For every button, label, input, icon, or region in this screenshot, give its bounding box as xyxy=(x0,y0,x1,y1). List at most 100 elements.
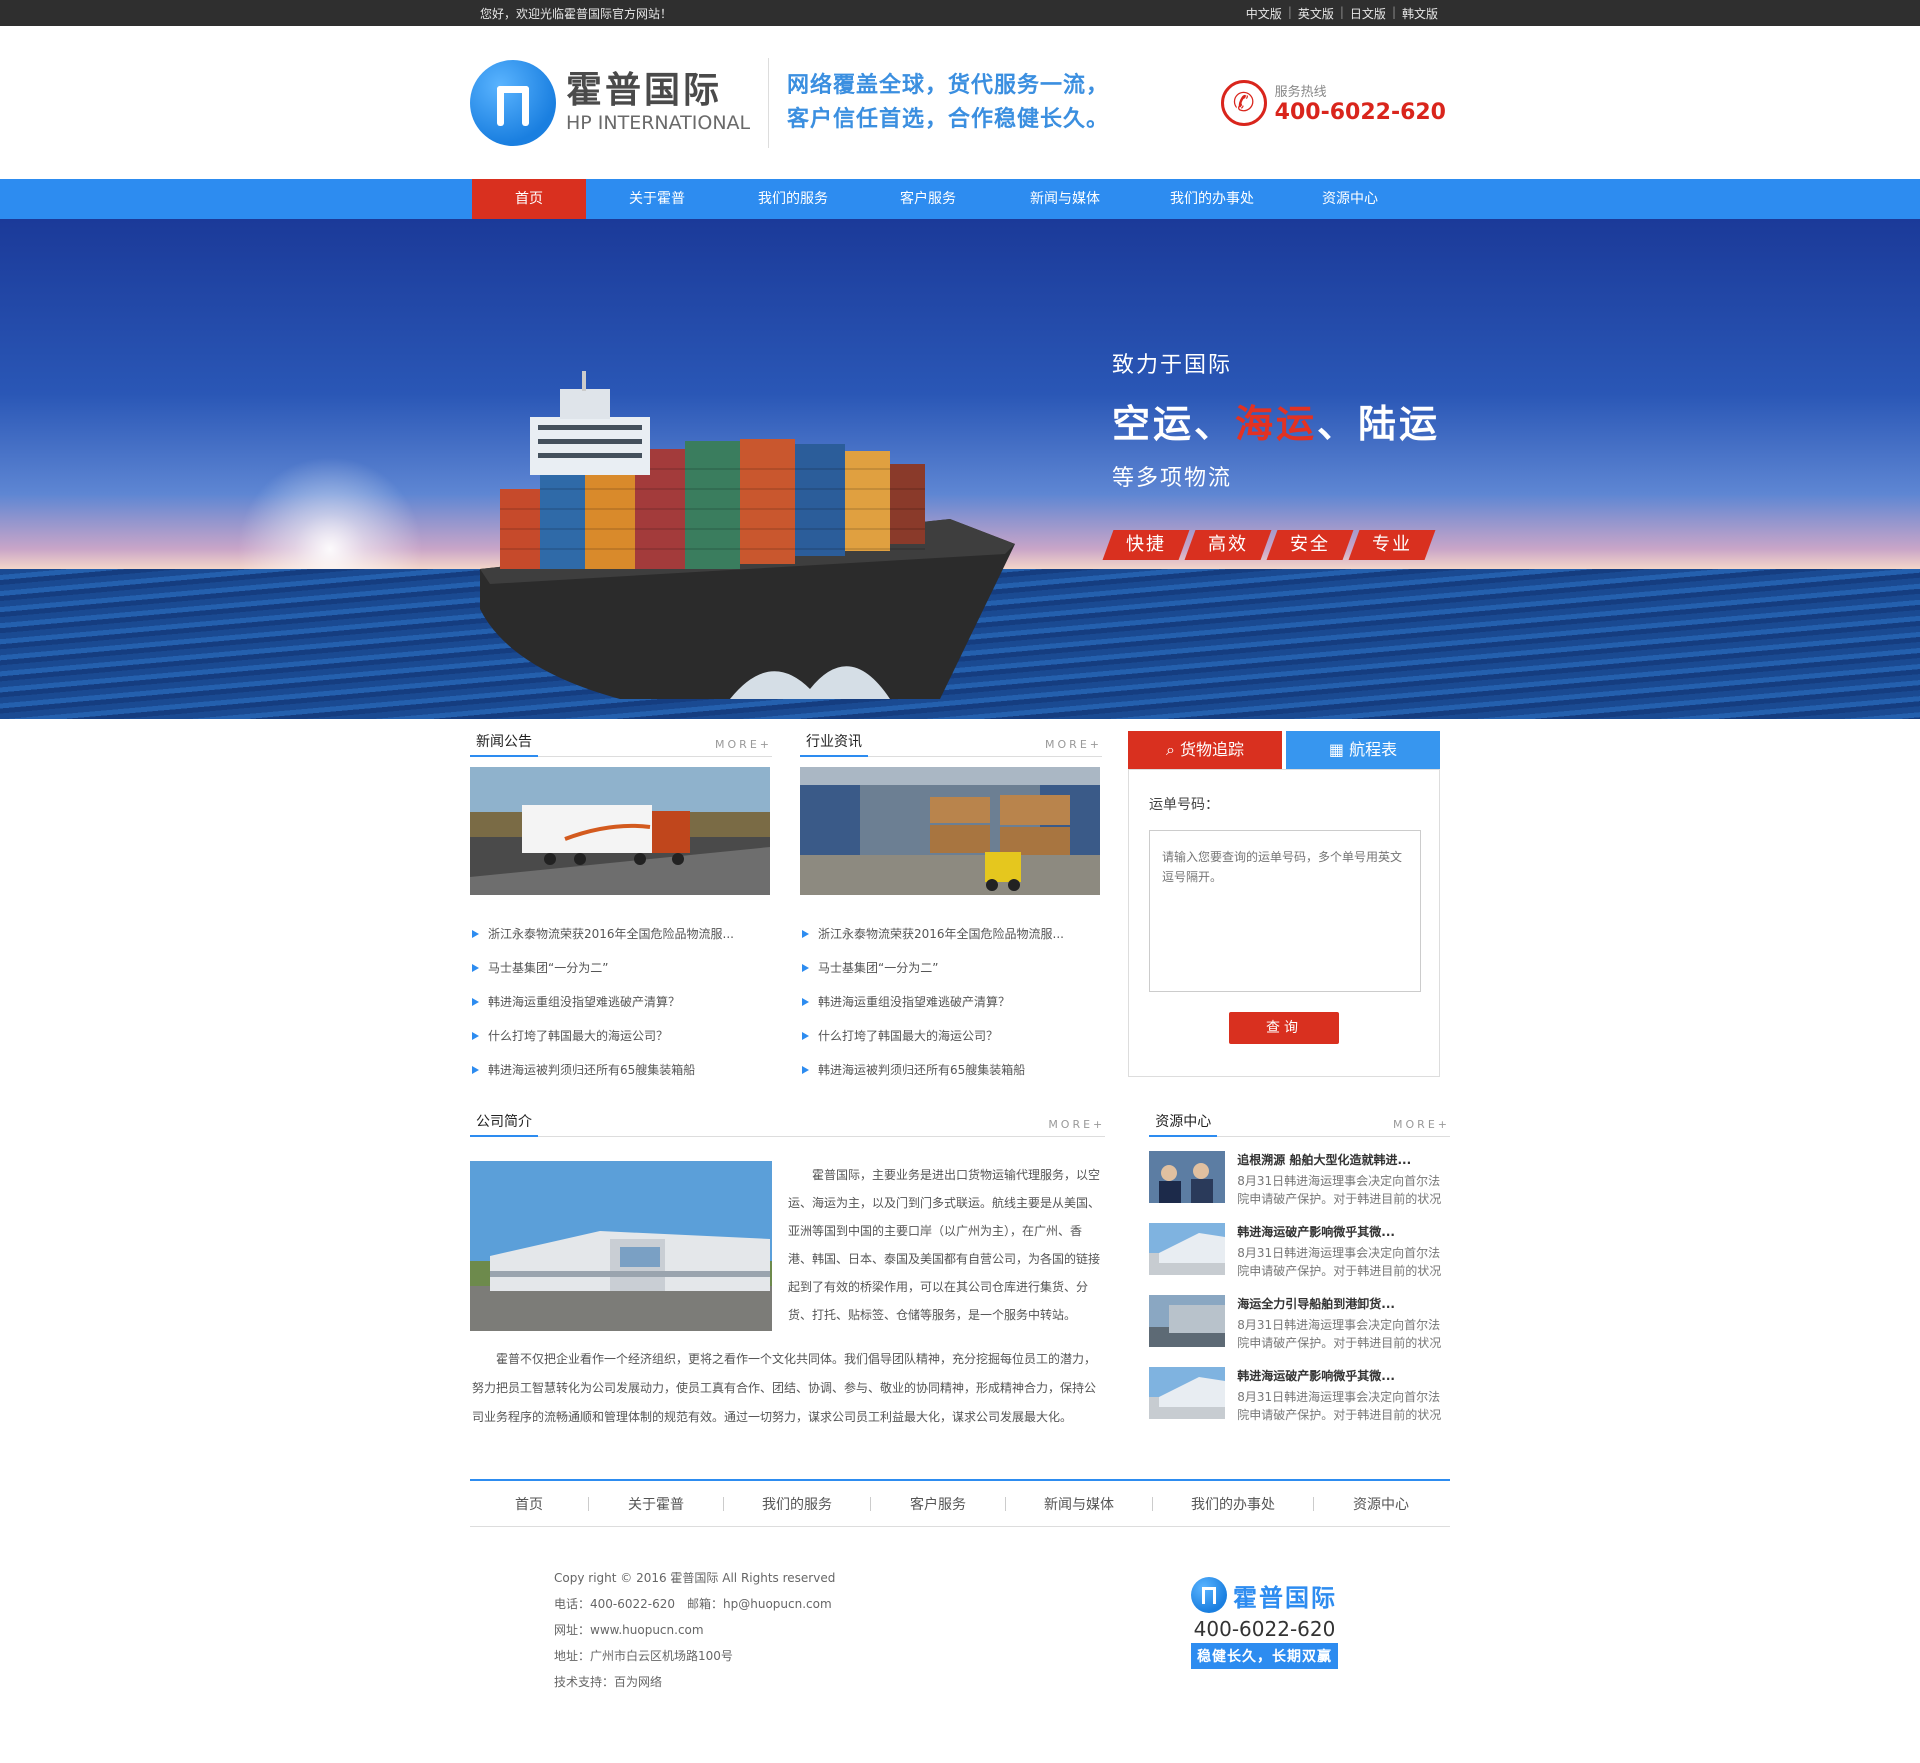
hotline-label: 服务热线 xyxy=(1274,84,1327,100)
resource-thumbnail xyxy=(1149,1295,1226,1347)
footer-logo-name: 霍普国际 xyxy=(1233,1583,1337,1612)
hero-banner[interactable]: 致力于国际 空运、海运、陆运 等多项物流 快捷 高效 安全 专业 xyxy=(0,219,1920,719)
nav-item-services[interactable]: 我们的服务 xyxy=(728,179,858,219)
waybill-label: 运单号码： xyxy=(1149,797,1219,813)
resource-item[interactable]: 韩进海运破产影响微乎其微... 8月31日韩进海运理事会决定向首尔法 院申请破产… xyxy=(1149,1223,1450,1295)
tag-professional: 专业 xyxy=(1348,530,1436,560)
resource-desc: 院申请破产保护。对于韩进目前的状况 xyxy=(1237,1264,1442,1278)
about-paragraph-2: 霍普不仅把企业看作一个经济组织，更将之看作一个文化共同体。我们倡导团队精神，充分… xyxy=(472,1352,1097,1424)
resource-title[interactable]: 追根溯源 船舶大型化造就韩进... xyxy=(1237,1151,1441,1169)
list-item[interactable]: 韩进海运重组没指望难逃破产清算？ xyxy=(470,985,772,1019)
contact-info: 电话：400-6022-620 邮箱：hp@huopucn.com xyxy=(554,1597,832,1611)
lang-chinese-link[interactable]: 中文版 xyxy=(1246,5,1282,22)
nav-item-news-media[interactable]: 新闻与媒体 xyxy=(998,179,1132,219)
footer-nav-news-media[interactable]: 新闻与媒体 xyxy=(1006,1494,1152,1514)
tag-safe: 安全 xyxy=(1266,530,1354,560)
nav-item-resources[interactable]: 资源中心 xyxy=(1292,179,1408,219)
list-item[interactable]: 韩进海运重组没指望难逃破产清算？ xyxy=(800,985,1102,1019)
footer-slogan: 稳健长久，长期双赢 xyxy=(1191,1643,1338,1669)
more-link[interactable]: MORE+ xyxy=(715,738,772,756)
news-list: 浙江永泰物流荣获2016年全国危险品物流服... 马士基集团“一分为二” 韩进海… xyxy=(470,917,772,1087)
tab-schedule[interactable]: ▦ 航程表 xyxy=(1286,731,1440,769)
tracking-panel: ⌕ 货物追踪 ▦ 航程表 运单号码： 查询 xyxy=(1128,731,1440,1087)
resource-item[interactable]: 海运全力引导船舶到港卸货... 8月31日韩进海运理事会决定向首尔法 院申请破产… xyxy=(1149,1295,1450,1367)
phone-icon: ✆ xyxy=(1220,79,1267,126)
banner-sea-transport: 海运 xyxy=(1235,402,1318,446)
website: 网址：www.huopucn.com xyxy=(554,1623,704,1637)
tag-fast: 快捷 xyxy=(1102,530,1190,560)
section-title: 行业资讯 xyxy=(800,731,868,757)
language-switcher: 中文版 | 英文版 | 日文版 | 韩文版 xyxy=(1246,5,1438,22)
resource-title[interactable]: 韩进海运破产影响微乎其微... xyxy=(1237,1223,1441,1241)
banner-tags: 快捷 高效 安全 专业 xyxy=(1102,530,1440,560)
welcome-text: 您好，欢迎光临霍普国际官方网站！ xyxy=(480,6,673,21)
banner-air-transport: 空运、 xyxy=(1112,402,1236,446)
resource-thumbnail xyxy=(1149,1367,1226,1419)
lang-english-link[interactable]: 英文版 xyxy=(1298,5,1334,22)
container-ship-image xyxy=(480,371,1015,699)
list-item[interactable]: 浙江永泰物流荣获2016年全国危险品物流服... xyxy=(800,917,1102,951)
list-item[interactable]: 什么打垮了韩国最大的海运公司？ xyxy=(470,1019,772,1053)
nav-item-home[interactable]: 首页 xyxy=(472,179,586,219)
footer-logo: 霍普国际 400-6022-620 稳健长久，长期双赢 xyxy=(1191,1577,1338,1695)
list-item[interactable]: 马士基集团“一分为二” xyxy=(470,951,772,985)
banner-land-transport: 、陆运 xyxy=(1317,402,1441,446)
footer-nav: 首页 关于霍普 我们的服务 客户服务 新闻与媒体 我们的办事处 资源中心 xyxy=(470,1479,1450,1527)
list-item[interactable]: 韩进海运被判须归还所有65艘集装箱船 xyxy=(800,1053,1102,1087)
list-item[interactable]: 浙江永泰物流荣获2016年全国危险品物流服... xyxy=(470,917,772,951)
resource-desc: 院申请破产保护。对于韩进目前的状况 xyxy=(1237,1336,1442,1350)
footer-info: Copy right © 2016 霍普国际 All Rights reserv… xyxy=(554,1565,835,1695)
lang-japanese-link[interactable]: 日文版 xyxy=(1350,5,1386,22)
resource-title[interactable]: 海运全力引导船舶到港卸货... xyxy=(1237,1295,1441,1313)
address: 地址：广州市白云区机场路100号 xyxy=(554,1649,733,1663)
list-item[interactable]: 什么打垮了韩国最大的海运公司？ xyxy=(800,1019,1102,1053)
company-building-image xyxy=(470,1161,772,1331)
slogan-line-1: 网络覆盖全球，货代服务一流， xyxy=(787,72,1110,98)
resource-title[interactable]: 韩进海运破产影响微乎其微... xyxy=(1237,1367,1441,1385)
resource-item[interactable]: 韩进海运破产影响微乎其微... 8月31日韩进海运理事会决定向首尔法 院申请破产… xyxy=(1149,1367,1450,1439)
hotline-number: 400-6022-620 xyxy=(1274,99,1446,125)
logo-icon xyxy=(1191,1577,1227,1613)
list-item[interactable]: 马士基集团“一分为二” xyxy=(800,951,1102,985)
tech-support: 技术支持：百为网络 xyxy=(554,1675,663,1689)
more-link[interactable]: MORE+ xyxy=(1045,738,1102,756)
footer-nav-about[interactable]: 关于霍普 xyxy=(589,1494,723,1514)
header: 霍普国际 HP INTERNATIONAL 网络覆盖全球，货代服务一流， 客户信… xyxy=(0,26,1920,179)
resource-thumbnail xyxy=(1149,1223,1226,1275)
site-logo[interactable]: 霍普国际 HP INTERNATIONAL xyxy=(470,59,760,146)
footer-phone: 400-6022-620 xyxy=(1193,1617,1336,1641)
logo-chinese-name: 霍普国际 xyxy=(566,69,723,111)
footer: Copy right © 2016 霍普国际 All Rights reserv… xyxy=(470,1527,1450,1695)
footer-nav-home[interactable]: 首页 xyxy=(470,1494,588,1514)
banner-text: 致力于国际 空运、海运、陆运 等多项物流 快捷 高效 安全 专业 xyxy=(1102,347,1441,560)
copyright: Copy right © 2016 霍普国际 All Rights reserv… xyxy=(554,1571,836,1585)
tab-cargo-tracking[interactable]: ⌕ 货物追踪 xyxy=(1128,731,1282,769)
industry-thumbnail[interactable] xyxy=(800,767,1100,895)
footer-nav-customer-service[interactable]: 客户服务 xyxy=(871,1494,1005,1514)
industry-section: 行业资讯 MORE+ 浙江永泰物流荣获2016年全国危险品物流服... 马士基集… xyxy=(800,731,1102,1087)
search-icon: ⌕ xyxy=(1165,740,1175,759)
more-link[interactable]: MORE+ xyxy=(1048,1118,1105,1136)
top-bar: 您好，欢迎光临霍普国际官方网站！ 中文版 | 英文版 | 日文版 | 韩文版 xyxy=(0,0,1920,26)
nav-item-customer-service[interactable]: 客户服务 xyxy=(858,179,998,219)
list-item[interactable]: 韩进海运被判须归还所有65艘集装箱船 xyxy=(470,1053,772,1087)
resource-item[interactable]: 追根溯源 船舶大型化造就韩进... 8月31日韩进海运理事会决定向首尔法 院申请… xyxy=(1149,1151,1450,1223)
nav-item-offices[interactable]: 我们的办事处 xyxy=(1132,179,1292,219)
resource-desc: 8月31日韩进海运理事会决定向首尔法 xyxy=(1237,1246,1441,1260)
lang-korean-link[interactable]: 韩文版 xyxy=(1402,5,1438,22)
resource-desc: 院申请破产保护。对于韩进目前的状况 xyxy=(1237,1192,1442,1206)
more-link[interactable]: MORE+ xyxy=(1393,1118,1450,1136)
divider: | xyxy=(1339,4,1344,19)
resource-section: 资源中心 MORE+ 追根溯源 船舶大型化造就韩进... 8月31日韩进海运理事… xyxy=(1149,1111,1450,1439)
waybill-input[interactable] xyxy=(1149,830,1421,992)
news-thumbnail[interactable] xyxy=(470,767,770,895)
industry-list: 浙江永泰物流荣获2016年全国危险品物流服... 马士基集团“一分为二” 韩进海… xyxy=(800,917,1102,1087)
main-content: 新闻公告 MORE+ 浙江永泰物流荣获2016年全国危险品物流服... 马士基集… xyxy=(470,719,1450,1695)
footer-nav-resources[interactable]: 资源中心 xyxy=(1314,1494,1448,1514)
footer-nav-offices[interactable]: 我们的办事处 xyxy=(1153,1494,1313,1514)
resource-desc: 8月31日韩进海运理事会决定向首尔法 xyxy=(1237,1174,1441,1188)
query-button[interactable]: 查询 xyxy=(1229,1012,1339,1044)
nav-item-about[interactable]: 关于霍普 xyxy=(586,179,728,219)
resource-desc: 院申请破产保护。对于韩进目前的状况 xyxy=(1237,1408,1442,1422)
footer-nav-services[interactable]: 我们的服务 xyxy=(724,1494,870,1514)
